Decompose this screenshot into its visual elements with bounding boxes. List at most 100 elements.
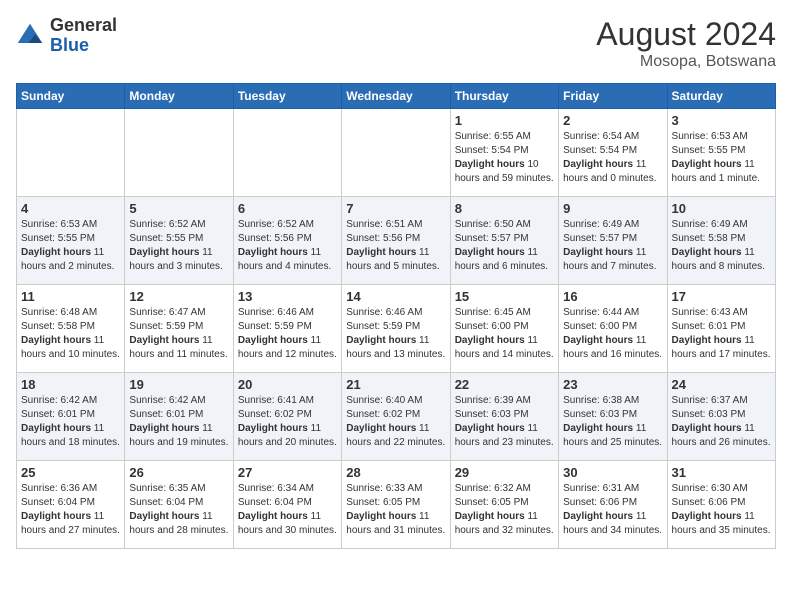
daylight-info: Daylight hours 11 hours and 32 minutes. [455, 510, 554, 538]
daylight-info: Daylight hours 11 hours and 8 minutes. [672, 246, 771, 274]
calendar-week-3: 11Sunrise: 6:48 AMSunset: 5:58 PMDayligh… [17, 285, 776, 373]
daylight-info: Daylight hours 11 hours and 20 minutes. [238, 422, 337, 450]
calendar-table: Sunday Monday Tuesday Wednesday Thursday… [16, 83, 776, 549]
calendar-cell: 15Sunrise: 6:45 AMSunset: 6:00 PMDayligh… [450, 285, 558, 373]
sun-info: Sunset: 5:55 PM [129, 232, 228, 246]
day-number: 25 [21, 465, 120, 480]
daylight-info: Daylight hours 11 hours and 18 minutes. [21, 422, 120, 450]
daylight-info: Daylight hours 11 hours and 10 minutes. [21, 334, 120, 362]
sun-info: Sunrise: 6:37 AM [672, 394, 771, 408]
calendar-cell: 21Sunrise: 6:40 AMSunset: 6:02 PMDayligh… [342, 373, 450, 461]
daylight-info: Daylight hours 11 hours and 0 minutes. [563, 158, 662, 186]
day-number: 14 [346, 289, 445, 304]
col-sunday: Sunday [17, 84, 125, 109]
sun-info: Sunset: 6:04 PM [21, 496, 120, 510]
sun-info: Sunrise: 6:30 AM [672, 482, 771, 496]
day-number: 22 [455, 377, 554, 392]
sun-info: Sunrise: 6:49 AM [563, 218, 662, 232]
daylight-info: Daylight hours 11 hours and 4 minutes. [238, 246, 337, 274]
day-number: 1 [455, 113, 554, 128]
calendar-cell: 18Sunrise: 6:42 AMSunset: 6:01 PMDayligh… [17, 373, 125, 461]
day-number: 24 [672, 377, 771, 392]
day-number: 19 [129, 377, 228, 392]
sun-info: Sunset: 6:04 PM [238, 496, 337, 510]
sun-info: Sunrise: 6:45 AM [455, 306, 554, 320]
col-monday: Monday [125, 84, 233, 109]
calendar-cell: 14Sunrise: 6:46 AMSunset: 5:59 PMDayligh… [342, 285, 450, 373]
calendar-cell: 22Sunrise: 6:39 AMSunset: 6:03 PMDayligh… [450, 373, 558, 461]
sun-info: Sunrise: 6:55 AM [455, 130, 554, 144]
sun-info: Sunrise: 6:46 AM [238, 306, 337, 320]
calendar-cell: 23Sunrise: 6:38 AMSunset: 6:03 PMDayligh… [559, 373, 667, 461]
day-number: 12 [129, 289, 228, 304]
calendar-cell [125, 109, 233, 197]
day-number: 11 [21, 289, 120, 304]
day-number: 3 [672, 113, 771, 128]
calendar-cell [17, 109, 125, 197]
sun-info: Sunrise: 6:35 AM [129, 482, 228, 496]
month-year: August 2024 [596, 16, 776, 53]
day-number: 13 [238, 289, 337, 304]
sun-info: Sunset: 5:54 PM [563, 144, 662, 158]
day-number: 18 [21, 377, 120, 392]
daylight-info: Daylight hours 11 hours and 19 minutes. [129, 422, 228, 450]
daylight-info: Daylight hours 11 hours and 6 minutes. [455, 246, 554, 274]
daylight-info: Daylight hours 11 hours and 7 minutes. [563, 246, 662, 274]
calendar-cell: 10Sunrise: 6:49 AMSunset: 5:58 PMDayligh… [667, 197, 775, 285]
day-number: 15 [455, 289, 554, 304]
calendar-cell: 17Sunrise: 6:43 AMSunset: 6:01 PMDayligh… [667, 285, 775, 373]
daylight-info: Daylight hours 11 hours and 23 minutes. [455, 422, 554, 450]
calendar-cell [233, 109, 341, 197]
day-number: 9 [563, 201, 662, 216]
day-number: 29 [455, 465, 554, 480]
sun-info: Sunrise: 6:49 AM [672, 218, 771, 232]
logo-blue: Blue [50, 35, 89, 55]
sun-info: Sunrise: 6:31 AM [563, 482, 662, 496]
calendar-cell: 16Sunrise: 6:44 AMSunset: 6:00 PMDayligh… [559, 285, 667, 373]
day-number: 20 [238, 377, 337, 392]
sun-info: Sunrise: 6:48 AM [21, 306, 120, 320]
calendar-cell: 9 Sunrise: 6:49 AMSunset: 5:57 PMDaylight… [559, 197, 667, 285]
sun-info: Sunset: 6:04 PM [129, 496, 228, 510]
sun-info: Sunrise: 6:52 AM [238, 218, 337, 232]
sun-info: Sunset: 5:57 PM [563, 232, 662, 246]
calendar-week-2: 4Sunrise: 6:53 AMSunset: 5:55 PMDaylight… [17, 197, 776, 285]
day-number: 28 [346, 465, 445, 480]
calendar-cell: 30Sunrise: 6:31 AMSunset: 6:06 PMDayligh… [559, 461, 667, 549]
sun-info: Sunrise: 6:40 AM [346, 394, 445, 408]
day-number: 10 [672, 201, 771, 216]
col-wednesday: Wednesday [342, 84, 450, 109]
calendar-cell: 7Sunrise: 6:51 AMSunset: 5:56 PMDaylight… [342, 197, 450, 285]
calendar-cell: 29Sunrise: 6:32 AMSunset: 6:05 PMDayligh… [450, 461, 558, 549]
header-row: Sunday Monday Tuesday Wednesday Thursday… [17, 84, 776, 109]
daylight-info: Daylight hours 11 hours and 28 minutes. [129, 510, 228, 538]
daylight-info: Daylight hours 11 hours and 27 minutes. [21, 510, 120, 538]
day-number: 30 [563, 465, 662, 480]
calendar-cell: 26Sunrise: 6:35 AMSunset: 6:04 PMDayligh… [125, 461, 233, 549]
daylight-info: Daylight hours 11 hours and 25 minutes. [563, 422, 662, 450]
calendar-week-5: 25Sunrise: 6:36 AMSunset: 6:04 PMDayligh… [17, 461, 776, 549]
calendar-cell: 8Sunrise: 6:50 AMSunset: 5:57 PMDaylight… [450, 197, 558, 285]
calendar-cell: 27Sunrise: 6:34 AMSunset: 6:04 PMDayligh… [233, 461, 341, 549]
daylight-info: Daylight hours 10 hours and 59 minutes. [455, 158, 554, 186]
calendar-cell: 12Sunrise: 6:47 AMSunset: 5:59 PMDayligh… [125, 285, 233, 373]
sun-info: Sunrise: 6:44 AM [563, 306, 662, 320]
daylight-info: Daylight hours 11 hours and 16 minutes. [563, 334, 662, 362]
sun-info: Sunset: 6:06 PM [672, 496, 771, 510]
sun-info: Sunrise: 6:53 AM [672, 130, 771, 144]
daylight-info: Daylight hours 11 hours and 31 minutes. [346, 510, 445, 538]
daylight-info: Daylight hours 11 hours and 17 minutes. [672, 334, 771, 362]
sun-info: Sunset: 5:57 PM [455, 232, 554, 246]
sun-info: Sunset: 5:55 PM [21, 232, 120, 246]
day-number: 31 [672, 465, 771, 480]
calendar-cell: 1Sunrise: 6:55 AMSunset: 5:54 PMDaylight… [450, 109, 558, 197]
calendar-cell: 19Sunrise: 6:42 AMSunset: 6:01 PMDayligh… [125, 373, 233, 461]
day-number: 17 [672, 289, 771, 304]
sun-info: Sunset: 6:02 PM [238, 408, 337, 422]
daylight-info: Daylight hours 11 hours and 12 minutes. [238, 334, 337, 362]
day-number: 27 [238, 465, 337, 480]
calendar-week-4: 18Sunrise: 6:42 AMSunset: 6:01 PMDayligh… [17, 373, 776, 461]
sun-info: Sunrise: 6:42 AM [21, 394, 120, 408]
logo-icon [16, 22, 44, 50]
calendar-cell: 11Sunrise: 6:48 AMSunset: 5:58 PMDayligh… [17, 285, 125, 373]
